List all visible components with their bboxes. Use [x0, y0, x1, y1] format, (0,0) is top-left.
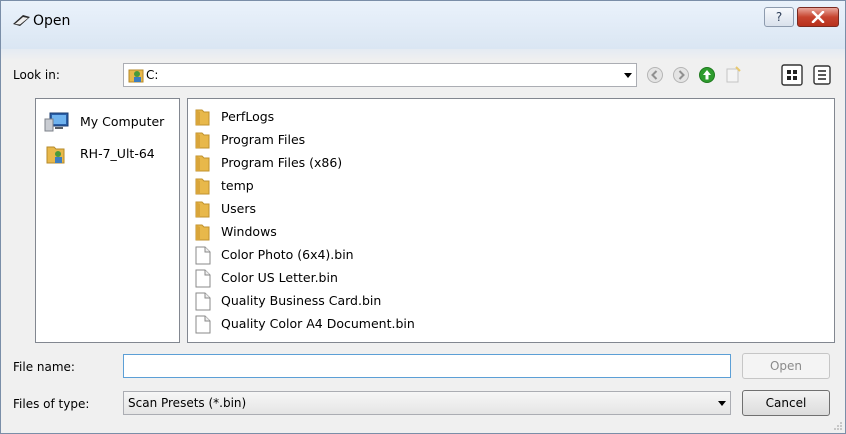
detail-view-icon[interactable] — [811, 64, 833, 86]
file-name: Windows — [221, 224, 277, 239]
file-type-dropdown[interactable]: Scan Presets (*.bin) — [123, 391, 731, 415]
list-item[interactable]: PerfLogs — [194, 106, 594, 129]
look-in-dropdown[interactable]: C: — [123, 63, 637, 87]
file-name: temp — [221, 178, 254, 193]
file-list[interactable]: PerfLogs Program Files Program Files (x8… — [187, 98, 835, 343]
file-name-input[interactable] — [123, 354, 731, 378]
file-name: Program Files — [221, 132, 306, 147]
document-icon — [195, 292, 211, 311]
window-title: Open — [33, 13, 71, 29]
list-item[interactable]: Color US Letter.bin — [194, 267, 594, 290]
place-label: RH-7_Ult-64 — [80, 146, 155, 161]
open-dialog: Open ? Look in: C: My Computer RH-7_Ult-… — [0, 0, 846, 434]
close-icon — [811, 10, 825, 24]
file-name: Users — [221, 201, 257, 216]
file-name-label: File name: — [13, 360, 75, 374]
look-in-value: C: — [146, 68, 159, 82]
chevron-down-icon[interactable] — [624, 73, 632, 78]
list-item[interactable]: Color Photo (6x4).bin — [194, 244, 594, 267]
back-icon[interactable] — [646, 66, 664, 84]
folder-icon — [195, 109, 210, 126]
list-item[interactable]: temp — [194, 175, 594, 198]
list-item[interactable]: Quality Business Card.bin — [194, 290, 594, 313]
list-item[interactable]: Program Files — [194, 129, 594, 152]
places-panel: My Computer RH-7_Ult-64 — [35, 98, 180, 343]
folder-icon — [195, 132, 210, 149]
file-name: Quality Business Card.bin — [221, 293, 382, 308]
open-button[interactable]: Open — [742, 353, 830, 379]
folder-icon — [195, 155, 210, 172]
file-name: Color US Letter.bin — [221, 270, 338, 285]
help-button[interactable]: ? — [764, 7, 794, 27]
scanner-icon — [13, 15, 30, 26]
user-folder-icon — [46, 146, 65, 164]
title-bar[interactable]: Open ? — [1, 1, 845, 49]
file-type-value: Scan Presets (*.bin) — [128, 396, 247, 410]
folder-icon — [195, 224, 210, 241]
forward-icon[interactable] — [672, 66, 690, 84]
file-name: PerfLogs — [221, 109, 275, 124]
close-button[interactable] — [797, 7, 839, 27]
list-item[interactable]: Program Files (x86) — [194, 152, 594, 175]
file-name: Program Files (x86) — [221, 155, 343, 170]
resize-grip-icon[interactable] — [833, 421, 843, 431]
up-folder-icon[interactable] — [698, 66, 716, 84]
file-type-label: Files of type: — [13, 397, 90, 411]
place-label: My Computer — [80, 114, 165, 129]
document-icon — [195, 315, 211, 334]
file-name: Quality Color A4 Document.bin — [221, 316, 415, 331]
folder-icon — [195, 178, 210, 195]
document-icon — [195, 269, 211, 288]
place-item-my-computer[interactable]: My Computer — [44, 109, 180, 135]
list-item[interactable]: Quality Color A4 Document.bin — [194, 313, 594, 336]
drive-icon — [128, 69, 144, 83]
folder-icon — [195, 201, 210, 218]
new-folder-icon[interactable] — [724, 66, 742, 84]
place-item-user[interactable]: RH-7_Ult-64 — [44, 141, 180, 167]
list-item[interactable]: Users — [194, 198, 594, 221]
list-item[interactable]: Windows — [194, 221, 594, 244]
look-in-label: Look in: — [13, 68, 60, 82]
list-view-icon[interactable] — [781, 64, 803, 86]
file-name: Color Photo (6x4).bin — [221, 247, 354, 262]
document-icon — [195, 246, 211, 265]
computer-icon — [44, 112, 69, 132]
chevron-down-icon[interactable] — [718, 401, 726, 406]
cancel-button[interactable]: Cancel — [742, 390, 830, 416]
